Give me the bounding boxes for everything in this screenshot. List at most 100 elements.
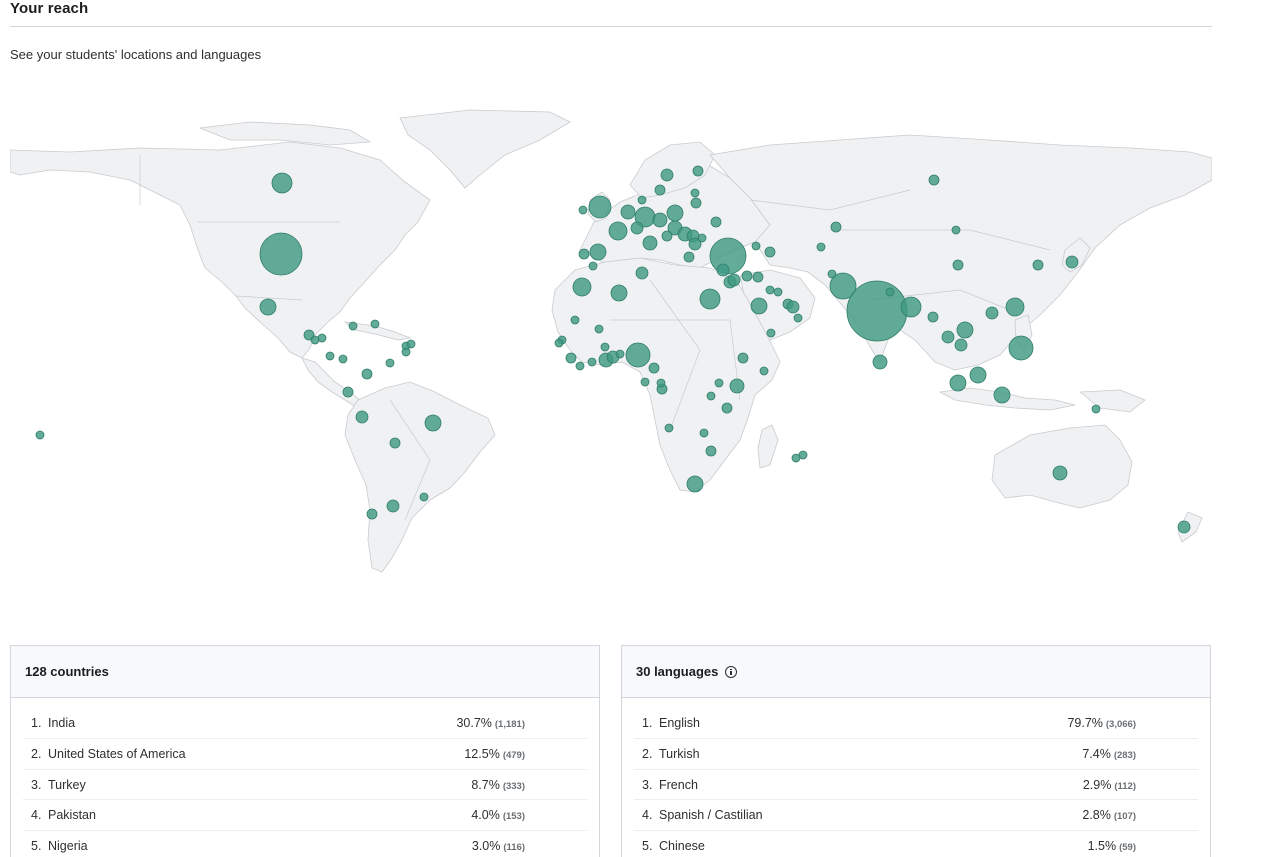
location-bubble[interactable] — [588, 261, 598, 271]
location-bubble[interactable] — [765, 285, 775, 295]
world-map[interactable] — [10, 100, 1212, 580]
location-bubble[interactable] — [594, 324, 604, 334]
location-bubble[interactable] — [600, 342, 610, 352]
location-bubble[interactable] — [661, 230, 673, 242]
location-bubble[interactable] — [766, 328, 776, 338]
location-bubble[interactable] — [578, 248, 590, 260]
location-bubble[interactable] — [690, 188, 700, 198]
info-icon[interactable] — [725, 665, 738, 678]
location-bubble[interactable] — [721, 402, 733, 414]
location-bubble[interactable] — [737, 352, 749, 364]
location-bubble[interactable] — [993, 386, 1011, 404]
location-bubble[interactable] — [652, 212, 668, 228]
location-bubble[interactable] — [692, 165, 704, 177]
location-bubble[interactable] — [637, 195, 647, 205]
location-bubble[interactable] — [620, 204, 636, 220]
location-bubble[interactable] — [386, 499, 400, 513]
location-bubble[interactable] — [565, 352, 577, 364]
location-bubble[interactable] — [401, 347, 411, 357]
location-bubble[interactable] — [697, 233, 707, 243]
location-bubble[interactable] — [927, 311, 939, 323]
location-bubble[interactable] — [1005, 297, 1025, 317]
location-bubble[interactable] — [570, 315, 580, 325]
location-bubble[interactable] — [587, 357, 597, 367]
location-bubble[interactable] — [610, 284, 628, 302]
location-bubble[interactable] — [969, 366, 987, 384]
location-bubble[interactable] — [705, 445, 717, 457]
location-bubble[interactable] — [699, 288, 721, 310]
location-bubble[interactable] — [956, 321, 974, 339]
location-bubble[interactable] — [259, 298, 277, 316]
location-bubble[interactable] — [710, 216, 722, 228]
location-bubble[interactable] — [686, 475, 704, 493]
location-bubble[interactable] — [648, 362, 660, 374]
location-bubble[interactable] — [424, 414, 442, 432]
location-bubble[interactable] — [714, 378, 724, 388]
location-bubble[interactable] — [588, 195, 612, 219]
location-bubble[interactable] — [554, 338, 564, 348]
location-bubble[interactable] — [361, 368, 373, 380]
location-bubble[interactable] — [951, 225, 961, 235]
location-bubble[interactable] — [389, 437, 401, 449]
location-bubble[interactable] — [952, 259, 964, 271]
location-bubble[interactable] — [635, 266, 649, 280]
location-bubble[interactable] — [664, 423, 674, 433]
location-bubble[interactable] — [342, 386, 354, 398]
location-bubble[interactable] — [706, 391, 716, 401]
location-bubble[interactable] — [941, 330, 955, 344]
location-bubble[interactable] — [900, 296, 922, 318]
location-bubble[interactable] — [928, 174, 940, 186]
location-bubble[interactable] — [830, 221, 842, 233]
location-bubble[interactable] — [786, 300, 800, 314]
location-bubble[interactable] — [885, 287, 895, 297]
location-bubble[interactable] — [954, 338, 968, 352]
location-bubble[interactable] — [798, 450, 808, 460]
location-bubble[interactable] — [949, 374, 967, 392]
location-bubble[interactable] — [608, 221, 628, 241]
location-bubble[interactable] — [1065, 255, 1079, 269]
location-bubble[interactable] — [259, 232, 303, 276]
location-bubble[interactable] — [355, 410, 369, 424]
location-bubble[interactable] — [690, 197, 702, 209]
location-bubble[interactable] — [578, 205, 588, 215]
location-bubble[interactable] — [406, 339, 416, 349]
location-bubble[interactable] — [338, 354, 348, 364]
location-bubble[interactable] — [656, 378, 666, 388]
location-bubble[interactable] — [419, 492, 429, 502]
location-bubble[interactable] — [716, 263, 730, 277]
location-bubble[interactable] — [816, 242, 826, 252]
location-bubble[interactable] — [750, 297, 768, 315]
location-bubble[interactable] — [625, 342, 651, 368]
location-bubble[interactable] — [985, 306, 999, 320]
location-bubble[interactable] — [615, 349, 625, 359]
location-bubble[interactable] — [1091, 404, 1101, 414]
location-bubble[interactable] — [640, 377, 650, 387]
location-bubble[interactable] — [683, 251, 695, 263]
location-bubble[interactable] — [752, 271, 764, 283]
location-bubble[interactable] — [575, 361, 585, 371]
location-bubble[interactable] — [317, 333, 327, 343]
location-bubble[interactable] — [727, 273, 741, 287]
location-bubble[interactable] — [751, 241, 761, 251]
location-bubble[interactable] — [348, 321, 358, 331]
location-bubble[interactable] — [366, 508, 378, 520]
location-bubble[interactable] — [1177, 520, 1191, 534]
location-bubble[interactable] — [370, 319, 380, 329]
location-bubble[interactable] — [35, 430, 45, 440]
location-bubble[interactable] — [699, 428, 709, 438]
location-bubble[interactable] — [385, 358, 395, 368]
location-bubble[interactable] — [773, 287, 783, 297]
location-bubble[interactable] — [1032, 259, 1044, 271]
location-bubble[interactable] — [271, 172, 293, 194]
location-bubble[interactable] — [729, 378, 745, 394]
location-bubble[interactable] — [872, 354, 888, 370]
location-bubble[interactable] — [1008, 335, 1034, 361]
location-bubble[interactable] — [846, 280, 908, 342]
location-bubble[interactable] — [759, 366, 769, 376]
location-bubble[interactable] — [660, 168, 674, 182]
location-bubble[interactable] — [630, 221, 644, 235]
location-bubble[interactable] — [325, 351, 335, 361]
location-bubble[interactable] — [793, 313, 803, 323]
location-bubble[interactable] — [764, 246, 776, 258]
location-bubble[interactable] — [642, 235, 658, 251]
